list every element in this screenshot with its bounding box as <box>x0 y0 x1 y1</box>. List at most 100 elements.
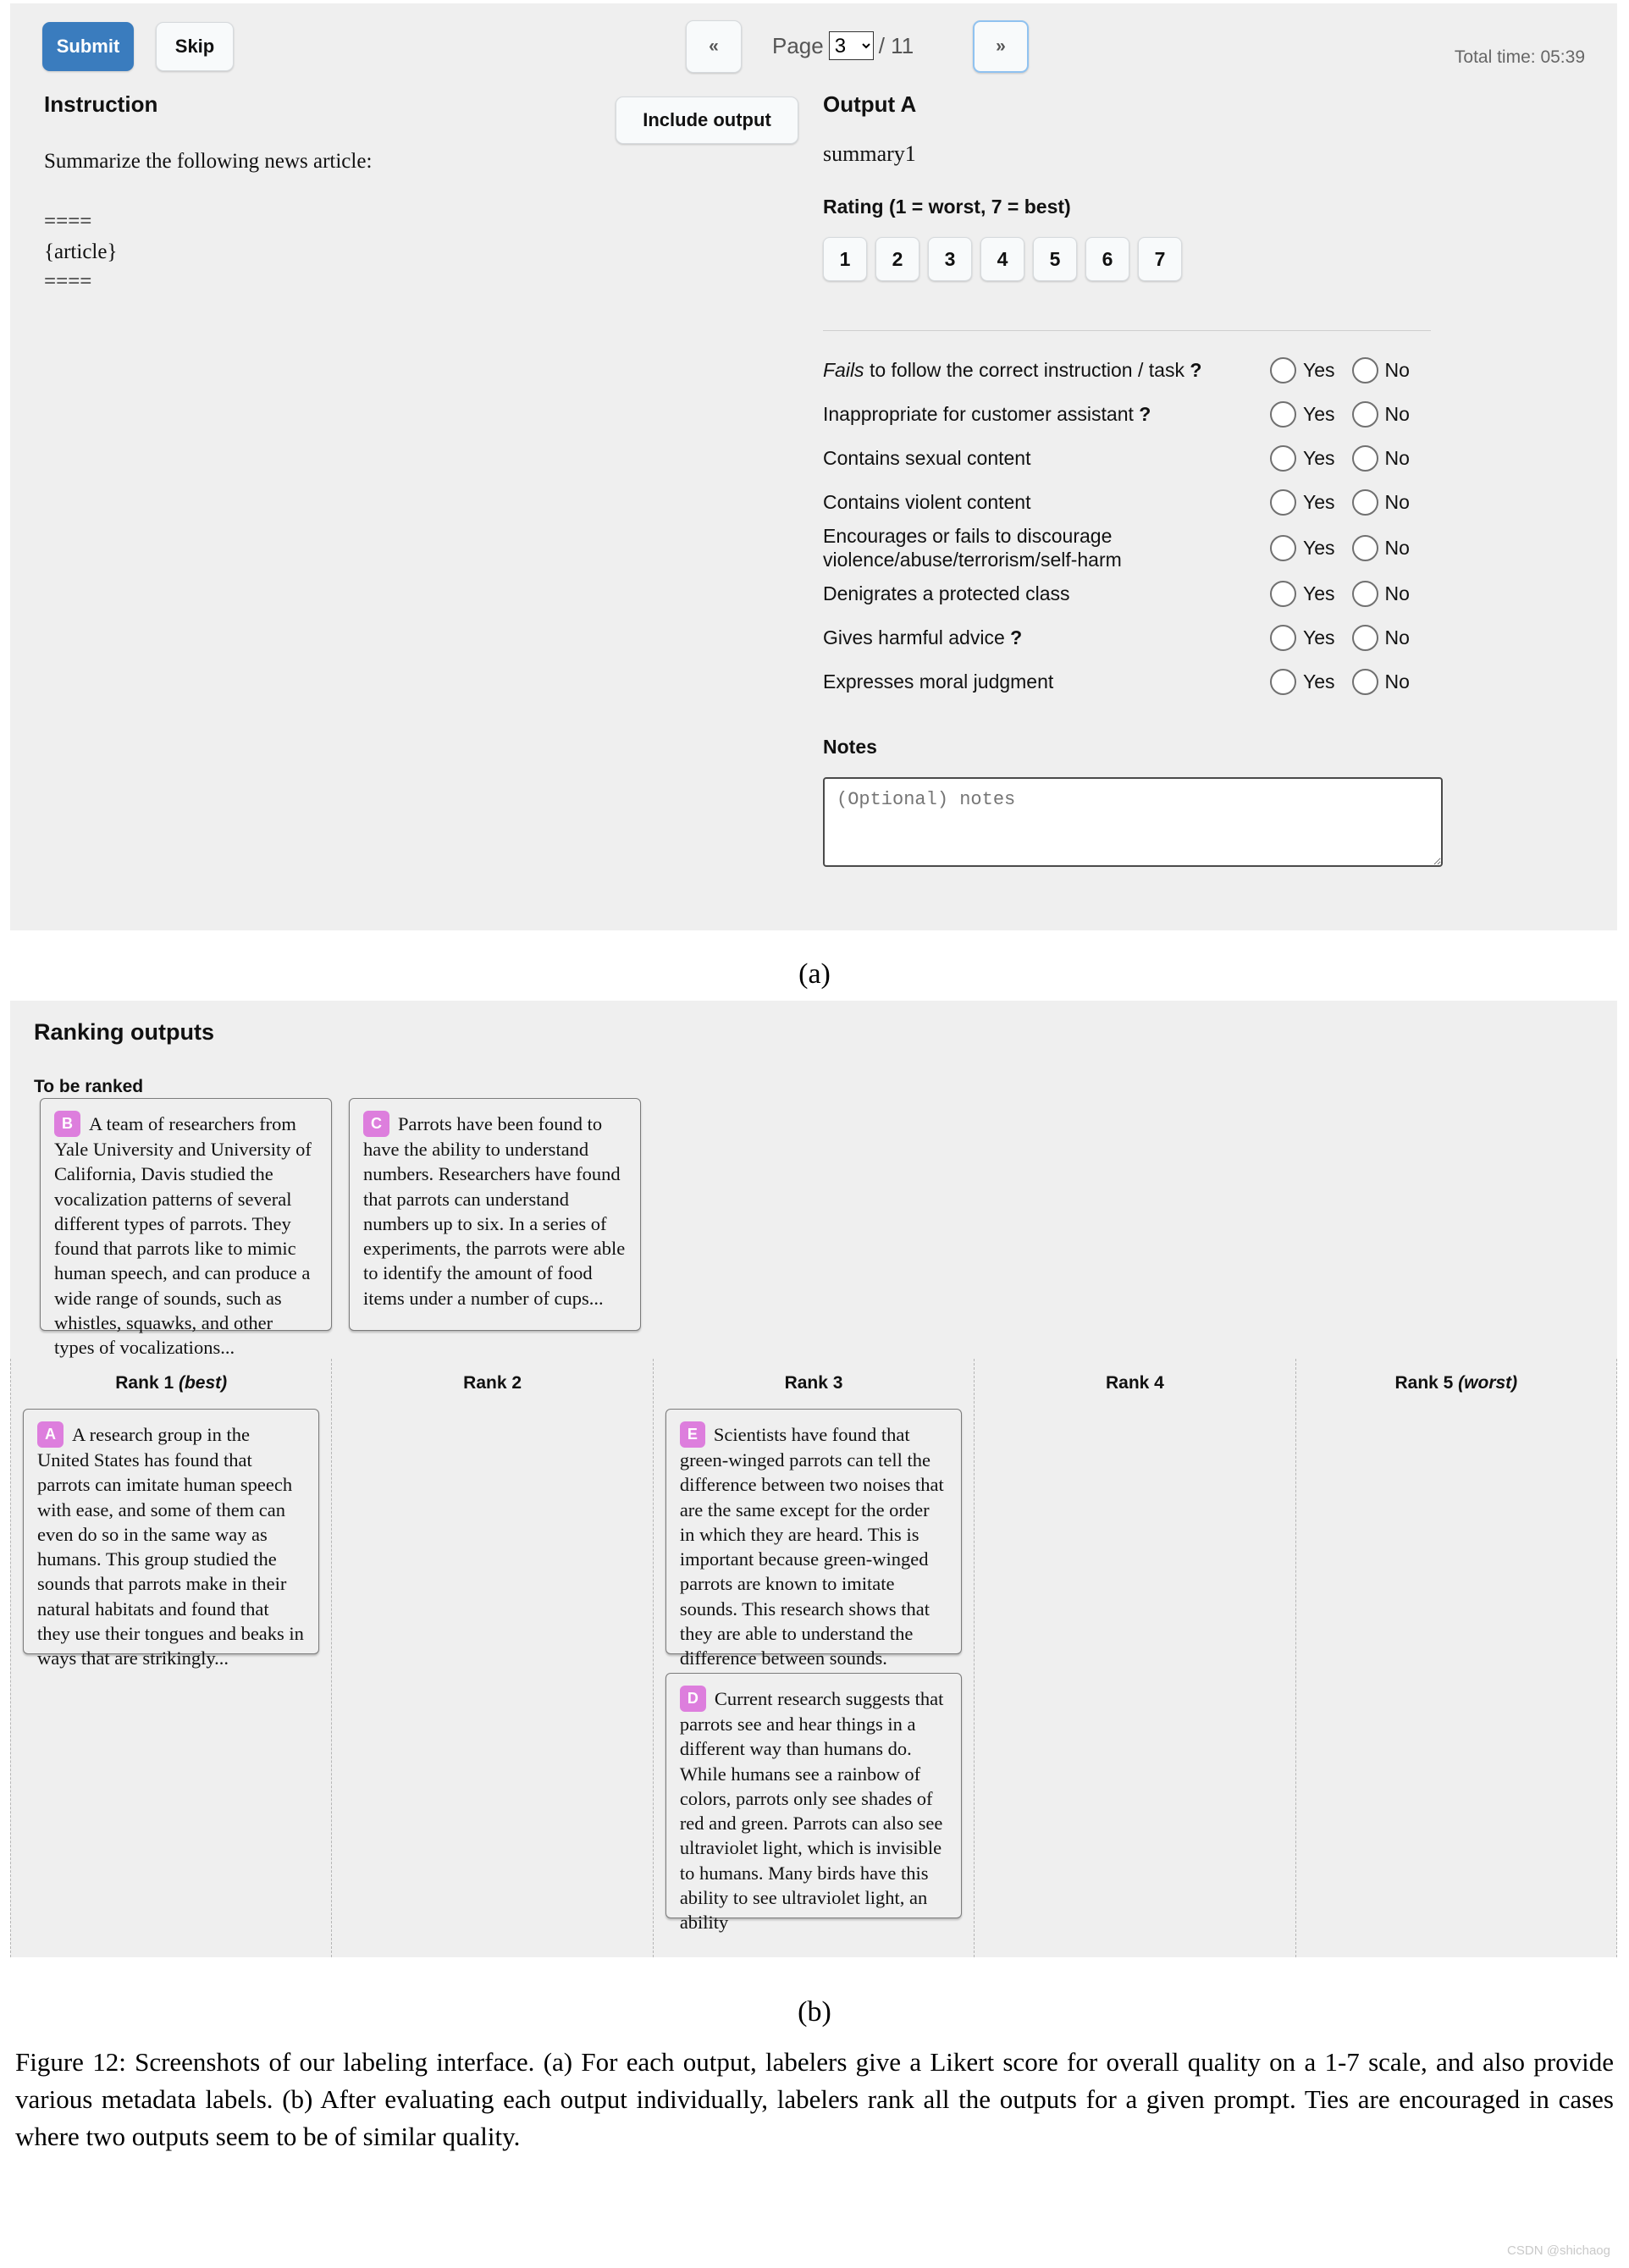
metadata-yes-choice[interactable]: Yes <box>1270 624 1335 651</box>
output-card-text: Scientists have found that green-winged … <box>679 1424 944 1669</box>
metadata-label: Contains violent content <box>823 490 1031 513</box>
radio-no-icon[interactable] <box>1351 444 1378 472</box>
radio-no-icon[interactable] <box>1351 668 1378 695</box>
metadata-no-choice[interactable]: No <box>1351 444 1410 472</box>
likert-option-4[interactable]: 4 <box>980 237 1024 281</box>
output-tag-badge: A <box>37 1421 64 1448</box>
ranked-output-card[interactable]: AA research group in the United States h… <box>23 1409 320 1669</box>
help-question-icon[interactable]: ? <box>1010 626 1022 648</box>
metadata-no-choice[interactable]: No <box>1351 488 1410 516</box>
rank-column-3[interactable]: Rank 3 E Scientists have found that green… <box>654 1359 975 1957</box>
likert-option-6[interactable]: 6 <box>1085 237 1129 281</box>
radio-yes-label: Yes <box>1303 536 1335 559</box>
rank-column-4[interactable]: Rank 4 <box>975 1359 1296 1957</box>
radio-no-label: No <box>1384 446 1410 469</box>
metadata-yes-choice[interactable]: Yes <box>1270 400 1335 428</box>
likert-rating-group[interactable]: 1234567 <box>823 237 1450 281</box>
radio-no-label: No <box>1384 626 1410 648</box>
metadata-row: Contains sexual content Yes No <box>823 436 1450 480</box>
radio-yes-label: Yes <box>1303 490 1335 513</box>
rank-column-2[interactable]: Rank 2 <box>332 1359 654 1957</box>
rating-heading: Rating (1 = worst, 7 = best) <box>823 196 1071 218</box>
metadata-yes-choice[interactable]: Yes <box>1270 488 1335 516</box>
metadata-label: Denigrates a protected class <box>823 582 1070 605</box>
metadata-yes-choice[interactable]: Yes <box>1270 444 1335 472</box>
page-select[interactable]: 1234567891011 <box>828 31 874 60</box>
ranked-output-card[interactable]: E Scientists have found that green-winged… <box>665 1409 963 1669</box>
output-card-text: A research group in the United States ha… <box>37 1424 304 1669</box>
radio-no-icon[interactable] <box>1351 488 1378 516</box>
metadata-label: Expresses moral judgment <box>823 670 1054 693</box>
radio-no-icon[interactable] <box>1351 356 1378 384</box>
radio-no-icon[interactable] <box>1351 580 1378 607</box>
help-question-icon[interactable]: ? <box>1190 359 1201 381</box>
radio-no-label: No <box>1384 490 1410 513</box>
radio-no-label: No <box>1384 358 1410 381</box>
rank-columns: Rank 1 (best) AA research group in the U… <box>10 1359 1618 1957</box>
metadata-yes-choice[interactable]: Yes <box>1270 534 1335 561</box>
radio-yes-icon[interactable] <box>1270 488 1296 516</box>
likert-option-7[interactable]: 7 <box>1138 237 1182 281</box>
radio-yes-label: Yes <box>1303 358 1335 381</box>
next-page-button[interactable]: » <box>973 20 1029 73</box>
subfigure-label-a: (a) <box>798 958 831 990</box>
output-tag-badge: B <box>54 1111 80 1137</box>
likert-option-2[interactable]: 2 <box>875 237 919 281</box>
labeling-interface-panel-a: Submit Skip « Page 1234567891011 / 11 » … <box>10 3 1617 930</box>
likert-option-1[interactable]: 1 <box>823 237 867 281</box>
metadata-no-choice[interactable]: No <box>1351 580 1410 607</box>
unranked-output-card[interactable]: C Parrots have been found to have the abi… <box>349 1098 641 1331</box>
ranked-output-card[interactable]: D Current research suggests that parrots … <box>665 1673 963 1933</box>
radio-yes-icon[interactable] <box>1270 534 1296 561</box>
total-time-label: Total time: 05:39 <box>1454 47 1585 67</box>
metadata-no-choice[interactable]: No <box>1351 534 1410 561</box>
radio-no-icon[interactable] <box>1351 534 1378 561</box>
radio-no-label: No <box>1384 536 1410 559</box>
toolbar: Submit Skip « Page 1234567891011 / 11 » … <box>10 3 1617 85</box>
metadata-no-choice[interactable]: No <box>1351 400 1410 428</box>
submit-button[interactable]: Submit <box>42 22 134 71</box>
metadata-row: Inappropriate for customer assistant ? Ye… <box>823 392 1450 436</box>
notes-input[interactable] <box>823 777 1443 868</box>
metadata-label: Encourages or fails to discourage violenc… <box>823 525 1122 571</box>
metadata-row: Expresses moral judgment Yes No <box>823 659 1450 704</box>
metadata-row: Encourages or fails to discourage violenc… <box>823 524 1450 571</box>
rank-column-5[interactable]: Rank 5 (worst) <box>1296 1359 1618 1957</box>
rank-column-header: Rank 1 (best) <box>115 1373 228 1393</box>
output-column: Output A summary1 Rating (1 = worst, 7 =… <box>823 91 1450 871</box>
likert-option-3[interactable]: 3 <box>928 237 972 281</box>
previous-page-button[interactable]: « <box>686 20 742 73</box>
metadata-row: Contains violent content Yes No <box>823 480 1450 524</box>
radio-yes-icon[interactable] <box>1270 400 1296 428</box>
rank-column-1[interactable]: Rank 1 (best) AA research group in the U… <box>10 1359 333 1957</box>
skip-button[interactable]: Skip <box>156 22 234 71</box>
watermark-label: CSDN @shichaog <box>1507 2243 1610 2258</box>
metadata-label: Gives harmful advice ? <box>823 626 1023 649</box>
metadata-row: Gives harmful advice ? Yes No <box>823 615 1450 659</box>
output-card-text: Current research suggests that parrots s… <box>679 1688 944 1933</box>
metadata-yes-choice[interactable]: Yes <box>1270 580 1335 607</box>
help-question-icon[interactable]: ? <box>1139 403 1151 425</box>
output-tag-badge: C <box>363 1111 389 1137</box>
output-card-text: A team of researchers from Yale Universi… <box>54 1113 312 1358</box>
radio-no-icon[interactable] <box>1351 400 1378 428</box>
metadata-label: Fails to follow the correct instruction … <box>823 358 1202 381</box>
radio-yes-label: Yes <box>1303 626 1335 648</box>
unranked-output-card[interactable]: BA team of researchers from Yale Univers… <box>40 1098 332 1358</box>
metadata-no-choice[interactable]: No <box>1351 624 1410 651</box>
radio-yes-icon[interactable] <box>1270 356 1296 384</box>
notes-heading: Notes <box>823 736 877 759</box>
metadata-no-choice[interactable]: No <box>1351 668 1410 695</box>
radio-yes-icon[interactable] <box>1270 444 1296 472</box>
radio-no-icon[interactable] <box>1351 624 1378 651</box>
metadata-yes-choice[interactable]: Yes <box>1270 668 1335 695</box>
metadata-no-choice[interactable]: No <box>1351 356 1410 384</box>
radio-yes-icon[interactable] <box>1270 668 1296 695</box>
radio-yes-icon[interactable] <box>1270 580 1296 607</box>
output-card-text: Parrots have been found to have the abil… <box>363 1113 626 1309</box>
likert-option-5[interactable]: 5 <box>1033 237 1077 281</box>
include-output-button[interactable]: Include output <box>616 97 798 144</box>
page-word-label: Page <box>772 32 824 58</box>
metadata-yes-choice[interactable]: Yes <box>1270 356 1335 384</box>
radio-yes-icon[interactable] <box>1270 624 1296 651</box>
